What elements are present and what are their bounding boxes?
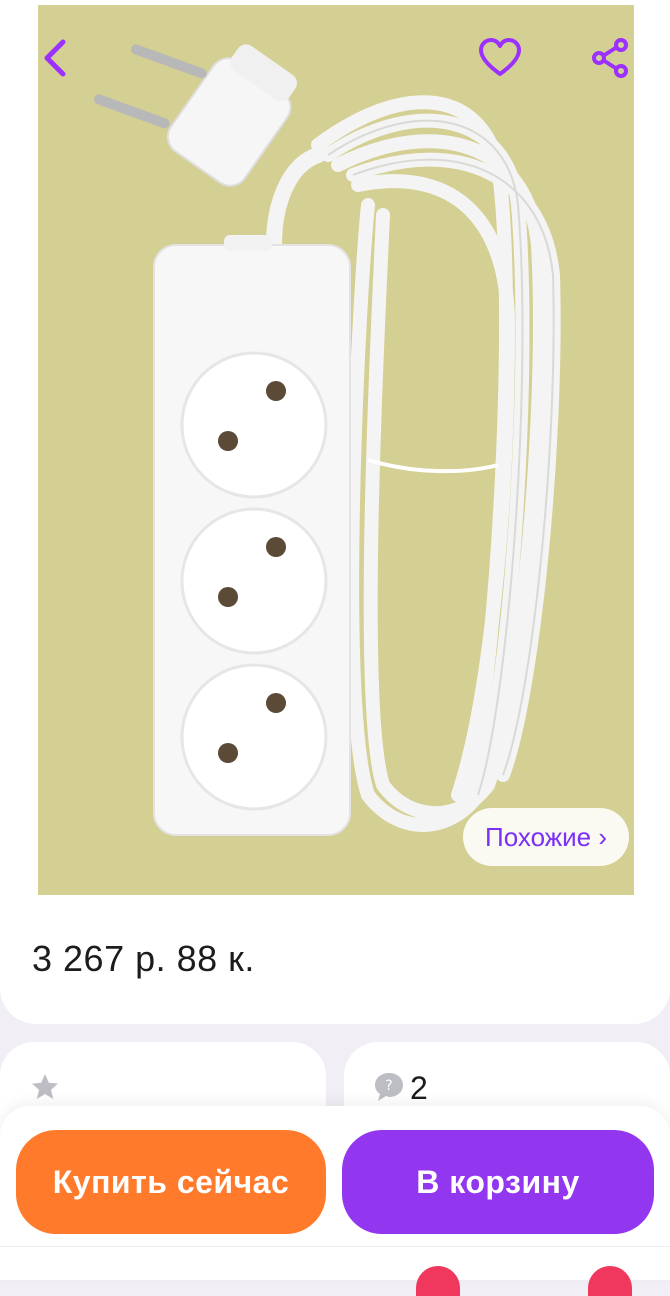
add-to-cart-button[interactable]: В корзину (342, 1130, 654, 1234)
share-button[interactable] (588, 36, 632, 80)
star-icon (32, 1074, 58, 1099)
buy-now-button[interactable]: Купить сейчас (16, 1130, 326, 1234)
back-button[interactable] (32, 36, 76, 80)
divider (0, 1246, 670, 1247)
svg-text:?: ? (385, 1078, 392, 1094)
nav-badge-icon (588, 1266, 632, 1296)
nav-badge-icon (416, 1266, 460, 1296)
similar-products-button[interactable]: Похожие › (463, 808, 629, 866)
heart-icon (479, 38, 521, 76)
bottom-action-bar: Купить сейчас В корзину (0, 1106, 670, 1296)
product-card: Похожие › 3 267 р. 88 к. (0, 0, 670, 1024)
chevron-left-icon (44, 39, 66, 77)
question-bubble-icon: ? (375, 1073, 403, 1101)
share-icon (592, 38, 628, 78)
reviews-count: 2 (410, 1070, 428, 1106)
product-price: 3 267 р. 88 к. (32, 938, 255, 979)
extension-cord-image (38, 5, 634, 895)
favorite-button[interactable] (478, 36, 522, 80)
product-photo[interactable] (38, 5, 634, 895)
